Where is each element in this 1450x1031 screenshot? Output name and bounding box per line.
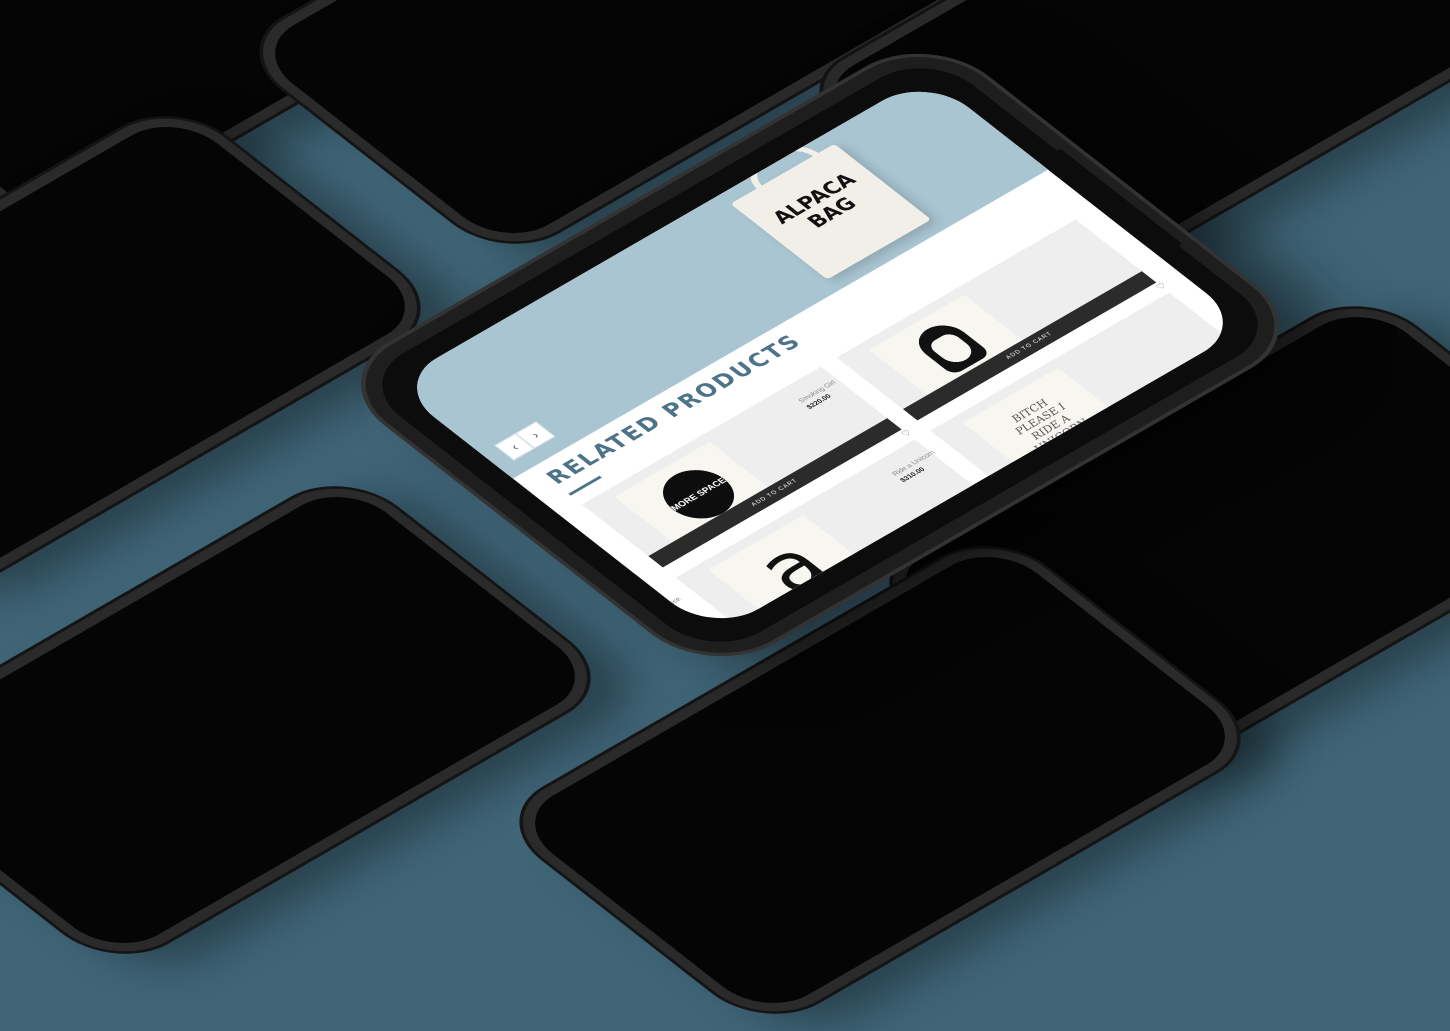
- product-meta: More Space $220.00: [543, 519, 605, 558]
- tote-bag: a: [708, 514, 875, 626]
- heart-icon[interactable]: ♡: [899, 428, 915, 439]
- bag-print-text: a: [735, 527, 850, 608]
- bag-print-text: BITCH PLEASE I RIDE A UNICORN: [1008, 397, 1093, 455]
- phone-mockup: ALPACA BAG ‹ › RELATED PRODUCTS More Spa…: [331, 34, 1309, 676]
- phone-screen: ALPACA BAG ‹ › RELATED PRODUCTS More Spa…: [391, 74, 1249, 636]
- product-meta: Helvetica Nose $220.00: [637, 592, 699, 630]
- phone-body: ALPACA BAG ‹ › RELATED PRODUCTS More Spa…: [331, 34, 1309, 676]
- slider-nav: ‹ ›: [494, 421, 556, 461]
- mockup-stage: ALPACA BAG ‹ › RELATED PRODUCTS More Spa…: [0, 0, 1450, 800]
- heart-icon[interactable]: ♡: [1247, 354, 1248, 365]
- heart-icon[interactable]: ♥: [996, 502, 1009, 511]
- heart-icon[interactable]: ♡: [1154, 281, 1170, 292]
- tote-bag: BITCH PLEASE I RIDE A UNICORN: [962, 367, 1129, 479]
- featured-product-image[interactable]: ALPACA BAG: [730, 136, 932, 280]
